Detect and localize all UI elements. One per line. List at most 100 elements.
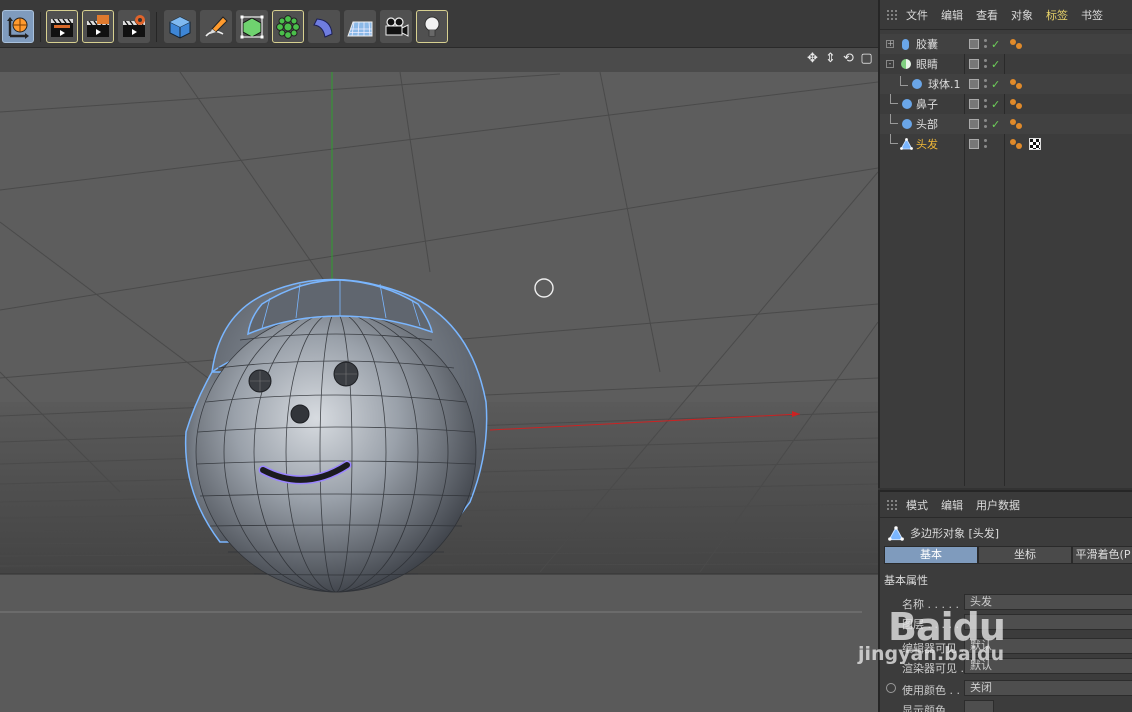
- panel-grip-icon[interactable]: [886, 8, 898, 21]
- object-list: + 胶囊 ✓ - 眼睛 ✓ 球体.1 ✓ 鼻子 ✓ 头部 ✓ 头发: [880, 34, 1132, 154]
- move-view-icon[interactable]: ✥: [805, 51, 820, 67]
- camera-icon: [385, 16, 409, 37]
- layer-icon[interactable]: [969, 139, 979, 149]
- object-row-eyes[interactable]: - 眼睛 ✓: [880, 54, 1132, 74]
- object-row-nose[interactable]: 鼻子 ✓: [880, 94, 1132, 114]
- tab-phong[interactable]: 平滑着色(P: [1072, 546, 1132, 564]
- layer-icon[interactable]: [969, 39, 979, 49]
- object-name: 球体.1: [928, 78, 961, 91]
- display-color-swatch[interactable]: [964, 700, 994, 712]
- viewport-header: ✥ ⇕ ⟲ ▢: [0, 48, 878, 72]
- render-settings-icon: [123, 14, 145, 37]
- object-manager-panel: 文件 编辑 查看 对象 标签 书签 + 胶囊 ✓ - 眼睛 ✓ 球体.1 ✓ 鼻…: [878, 0, 1132, 488]
- phong-tag-icon[interactable]: [1009, 38, 1023, 50]
- subdivision-surface-icon: [240, 15, 264, 38]
- tab-coordinates[interactable]: 坐标: [978, 546, 1072, 564]
- floor-button[interactable]: [344, 10, 376, 43]
- enabled-check-icon[interactable]: ✓: [991, 118, 1000, 131]
- deformer-button[interactable]: [308, 10, 340, 43]
- visibility-dots-icon[interactable]: [984, 118, 987, 130]
- phong-tag-icon[interactable]: [1009, 118, 1023, 130]
- menu-view[interactable]: 查看: [976, 7, 998, 23]
- field-display-color: 显示颜色 . . .: [880, 698, 1132, 712]
- baidu-watermark: Baidu jingyan.baidu: [858, 585, 1006, 685]
- visibility-dots-icon[interactable]: [984, 138, 987, 150]
- menu-mode[interactable]: 模式: [906, 497, 928, 513]
- coordinate-system-icon: [7, 16, 29, 39]
- visibility-dots-icon[interactable]: [984, 78, 987, 90]
- render-to-picture-viewer-button[interactable]: [82, 10, 114, 43]
- render-settings-button[interactable]: [118, 10, 150, 43]
- nose[interactable]: [290, 404, 310, 424]
- 3d-viewport[interactable]: ✥ ⇕ ⟲ ▢: [0, 48, 878, 712]
- collapse-toggle-icon[interactable]: -: [886, 60, 894, 68]
- object-name: 眼睛: [916, 58, 938, 71]
- enabled-check-icon[interactable]: ✓: [991, 78, 1000, 91]
- object-manager-menubar: 文件 编辑 查看 对象 标签 书签: [880, 0, 1132, 30]
- menu-edit[interactable]: 编辑: [941, 7, 963, 23]
- light-button[interactable]: [416, 10, 448, 43]
- watermark-text: jingyan.baidu: [858, 643, 1005, 665]
- sphere-icon: [912, 79, 922, 89]
- attribute-title: 多边形对象 [头发]: [888, 524, 999, 542]
- head-sphere[interactable]: [195, 311, 477, 593]
- render-view-button[interactable]: [46, 10, 78, 43]
- attribute-tabs: 基本 坐标 平滑着色(P: [884, 546, 1132, 564]
- attribute-manager-menubar: 模式 编辑 用户数据: [880, 492, 1132, 518]
- camera-button[interactable]: [380, 10, 412, 43]
- null-group-icon: [901, 59, 911, 69]
- object-name: 头发: [916, 138, 938, 151]
- phong-tag-icon[interactable]: [1009, 78, 1023, 90]
- layer-icon[interactable]: [969, 79, 979, 89]
- sphere-icon: [902, 99, 912, 109]
- bend-deformer-icon: [313, 17, 333, 38]
- light-bulb-icon: [424, 16, 440, 36]
- toggle-view-icon[interactable]: ▢: [859, 51, 874, 67]
- pen-spline-button[interactable]: [200, 10, 232, 43]
- visibility-dots-icon[interactable]: [984, 98, 987, 110]
- phong-tag-icon[interactable]: [1009, 98, 1023, 110]
- attribute-title-text: 多边形对象 [头发]: [910, 527, 1000, 540]
- object-name: 胶囊: [916, 38, 938, 51]
- panel-grip-icon[interactable]: [886, 498, 898, 511]
- visibility-dots-icon[interactable]: [984, 38, 987, 50]
- object-row-hair[interactable]: 头发: [880, 134, 1132, 154]
- menu-bookmarks[interactable]: 书签: [1081, 7, 1103, 23]
- object-name: 头部: [916, 118, 938, 131]
- render-to-picture-viewer-icon: [87, 14, 109, 37]
- layer-icon[interactable]: [969, 119, 979, 129]
- visibility-dots-icon[interactable]: [984, 58, 987, 70]
- layer-icon[interactable]: [969, 99, 979, 109]
- object-row-head[interactable]: 头部 ✓: [880, 114, 1132, 134]
- menu-edit[interactable]: 编辑: [941, 497, 963, 513]
- menu-objects[interactable]: 对象: [1011, 7, 1033, 23]
- polygon-object-icon: [900, 138, 913, 150]
- menu-tags[interactable]: 标签: [1046, 7, 1068, 23]
- dolly-view-icon[interactable]: ⇕: [823, 51, 838, 67]
- enabled-check-icon[interactable]: ✓: [991, 98, 1000, 111]
- floor-icon: [347, 21, 373, 36]
- object-name: 鼻子: [916, 98, 938, 111]
- expand-toggle-icon[interactable]: +: [886, 40, 894, 48]
- sphere-icon: [902, 119, 912, 129]
- object-row-capsule[interactable]: + 胶囊 ✓: [880, 34, 1132, 54]
- menu-file[interactable]: 文件: [906, 7, 928, 23]
- enabled-check-icon[interactable]: ✓: [991, 58, 1000, 71]
- cloner-button[interactable]: [272, 10, 304, 43]
- rotate-view-icon[interactable]: ⟲: [841, 51, 856, 67]
- pen-spline-icon: [205, 15, 228, 37]
- menu-user-data[interactable]: 用户数据: [976, 497, 1020, 513]
- coordinate-system-button[interactable]: [2, 10, 34, 43]
- tab-basic[interactable]: 基本: [884, 546, 978, 564]
- layer-icon[interactable]: [969, 59, 979, 69]
- subdivision-generator-button[interactable]: [236, 10, 268, 43]
- viewport-canvas[interactable]: [0, 72, 878, 712]
- object-row-sphere1[interactable]: 球体.1 ✓: [880, 74, 1132, 94]
- cube-icon: [169, 15, 191, 39]
- cube-primitive-button[interactable]: [164, 10, 196, 43]
- texture-tag-icon[interactable]: [1029, 138, 1041, 150]
- polygon-object-icon: [888, 525, 904, 541]
- phong-tag-icon[interactable]: [1009, 138, 1023, 150]
- cloner-icon: [276, 14, 300, 39]
- enabled-check-icon[interactable]: ✓: [991, 38, 1000, 51]
